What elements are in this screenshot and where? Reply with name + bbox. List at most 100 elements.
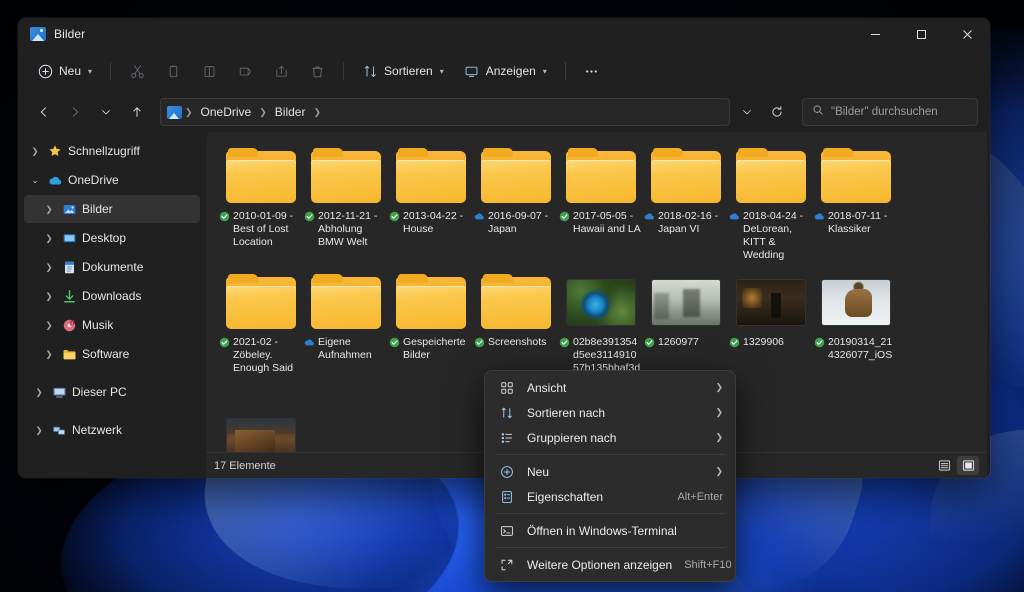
item-thumbnail	[225, 271, 297, 333]
folder-icon	[820, 148, 891, 204]
item-name: 2018-02-16 - Japan VI	[658, 210, 719, 235]
context-menu-item-ansicht[interactable]: Ansicht ❯	[489, 375, 731, 400]
share-icon	[273, 63, 289, 79]
list-item[interactable]: 2013-04-22 - House	[388, 142, 473, 262]
item-thumbnail	[650, 145, 722, 207]
chevron-right-icon[interactable]: ❯	[42, 291, 56, 302]
breadcrumb-separator-icon: ❯	[313, 106, 322, 117]
sort-button[interactable]: Sortieren ▾	[353, 56, 453, 86]
breadcrumb[interactable]: ❯ OneDrive ❯ Bilder ❯	[160, 98, 730, 126]
new-plus-icon	[499, 464, 515, 480]
back-button[interactable]	[30, 98, 58, 126]
sidebar-item-label: Desktop	[82, 231, 127, 245]
delete-button[interactable]	[300, 56, 334, 86]
sync-synced-icon	[474, 337, 485, 348]
list-item[interactable]: 2012-11-21 - Abholung BMW Welt	[303, 142, 388, 262]
sidebar-item-onedrive[interactable]: ⌄ OneDrive	[24, 166, 200, 194]
chevron-right-icon[interactable]: ❯	[42, 262, 56, 273]
copy-button[interactable]	[156, 56, 190, 86]
context-menu-item-gruppieren-nach[interactable]: Gruppieren nach ❯	[489, 425, 731, 450]
item-thumbnail	[820, 145, 892, 207]
item-thumbnail	[565, 271, 637, 333]
breadcrumb-item-bilder[interactable]: Bilder	[270, 103, 311, 121]
terminal-icon	[499, 523, 515, 539]
breadcrumb-item-onedrive[interactable]: OneDrive	[196, 103, 257, 121]
share-button[interactable]	[264, 56, 298, 86]
item-thumbnail	[310, 145, 382, 207]
sidebar-item-desktop[interactable]: ❯ Desktop	[24, 224, 200, 252]
list-item[interactable]: Romantic_cottage_2880x1800	[218, 407, 303, 452]
forward-button[interactable]	[61, 98, 89, 126]
details-view-button[interactable]	[933, 456, 955, 475]
folder-icon	[395, 274, 466, 330]
context-menu-item-eigenschaften[interactable]: Eigenschaften Alt+Enter	[489, 484, 731, 509]
context-menu-item-oeffnen-in-windows-terminal[interactable]: Öffnen in Windows-Terminal	[489, 518, 731, 543]
new-button[interactable]: Neu ▾	[28, 56, 101, 86]
more-options-button[interactable]	[575, 56, 609, 86]
maximize-button[interactable]	[898, 18, 944, 50]
list-item[interactable]: 2018-02-16 - Japan VI	[643, 142, 728, 262]
list-item[interactable]: 2010-01-09 - Best of Lost Location	[218, 142, 303, 262]
pictures-folder-icon	[30, 27, 46, 41]
sync-synced-icon	[814, 337, 825, 348]
context-menu-item-shortcut: Alt+Enter	[677, 490, 723, 503]
context-menu-item-sortieren-nach[interactable]: Sortieren nach ❯	[489, 400, 731, 425]
chevron-right-icon[interactable]: ❯	[42, 349, 56, 360]
item-label-row: 2013-04-22 - House	[389, 210, 472, 236]
cut-button[interactable]	[120, 56, 154, 86]
address-bar-tail	[733, 98, 791, 126]
sidebar-item-netzwerk[interactable]: ❯ Netzwerk	[24, 416, 200, 444]
sidebar-item-dokumente[interactable]: ❯ Dokumente	[24, 253, 200, 281]
history-dropdown-button[interactable]	[733, 98, 761, 126]
up-button[interactable]	[123, 98, 151, 126]
title-bar-left: Bilder	[18, 27, 85, 41]
context-menu-item-label: Öffnen in Windows-Terminal	[527, 523, 677, 538]
sidebar-item-schnellzugriff[interactable]: ❯ Schnellzugriff	[24, 137, 200, 165]
recent-locations-button[interactable]	[92, 98, 120, 126]
item-thumbnail	[480, 271, 552, 333]
paste-button[interactable]	[192, 56, 226, 86]
sidebar-item-label: Dieser PC	[72, 385, 127, 399]
view-button[interactable]: Anzeigen ▾	[455, 56, 556, 86]
item-thumbnail	[310, 271, 382, 333]
folder-icon	[310, 148, 381, 204]
sidebar-item-dieser-pc[interactable]: ❯ Dieser PC	[24, 378, 200, 406]
context-menu-item-weitere-optionen-anzeigen[interactable]: Weitere Optionen anzeigen Shift+F10	[489, 552, 732, 577]
view-toggle-group	[933, 456, 979, 475]
sidebar-item-musik[interactable]: ❯ Musik	[24, 311, 200, 339]
list-item[interactable]: 2018-04-24 - DeLorean, KITT & Wedding	[728, 142, 813, 262]
list-item[interactable]: Eigene Aufnahmen	[303, 268, 388, 401]
list-item[interactable]: 20190314_214326077_iOS	[813, 268, 898, 401]
list-item[interactable]: 2018-07-11 - Klassiker	[813, 142, 898, 262]
search-input[interactable]: "Bilder" durchsuchen	[802, 98, 978, 126]
item-label-row: 1260977	[644, 336, 727, 349]
chevron-right-icon[interactable]: ❯	[42, 320, 56, 331]
folder-icon	[225, 148, 296, 204]
ellipsis-icon	[584, 63, 600, 79]
refresh-button[interactable]	[763, 98, 791, 126]
list-item[interactable]: 2017-05-05 - Hawaii and LA	[558, 142, 643, 262]
rename-button[interactable]	[228, 56, 262, 86]
chevron-down-icon[interactable]: ⌄	[28, 175, 42, 186]
downloads-icon	[61, 288, 77, 304]
chevron-right-icon[interactable]: ❯	[28, 146, 42, 157]
list-item[interactable]: 2016-09-07 - Japan	[473, 142, 558, 262]
chevron-right-icon[interactable]: ❯	[42, 233, 56, 244]
chevron-right-icon[interactable]: ❯	[42, 204, 56, 215]
large-icons-view-button[interactable]	[957, 456, 979, 475]
sidebar-item-software[interactable]: ❯ Software	[24, 340, 200, 368]
chevron-right-icon[interactable]: ❯	[32, 387, 46, 398]
minimize-button[interactable]	[852, 18, 898, 50]
title-bar: Bilder	[18, 18, 990, 50]
close-button[interactable]	[944, 18, 990, 50]
context-menu-item-neu[interactable]: Neu ❯	[489, 459, 731, 484]
list-item[interactable]: 2021-02 - Zöbeley. Enough Said	[218, 268, 303, 401]
sidebar-item-bilder[interactable]: ❯ Bilder	[24, 195, 200, 223]
folder-icon	[480, 148, 551, 204]
chevron-right-icon[interactable]: ❯	[32, 425, 46, 436]
list-item[interactable]: 1329906	[728, 268, 813, 401]
list-item[interactable]: Gespeicherte Bilder	[388, 268, 473, 401]
sidebar-item-downloads[interactable]: ❯ Downloads	[24, 282, 200, 310]
